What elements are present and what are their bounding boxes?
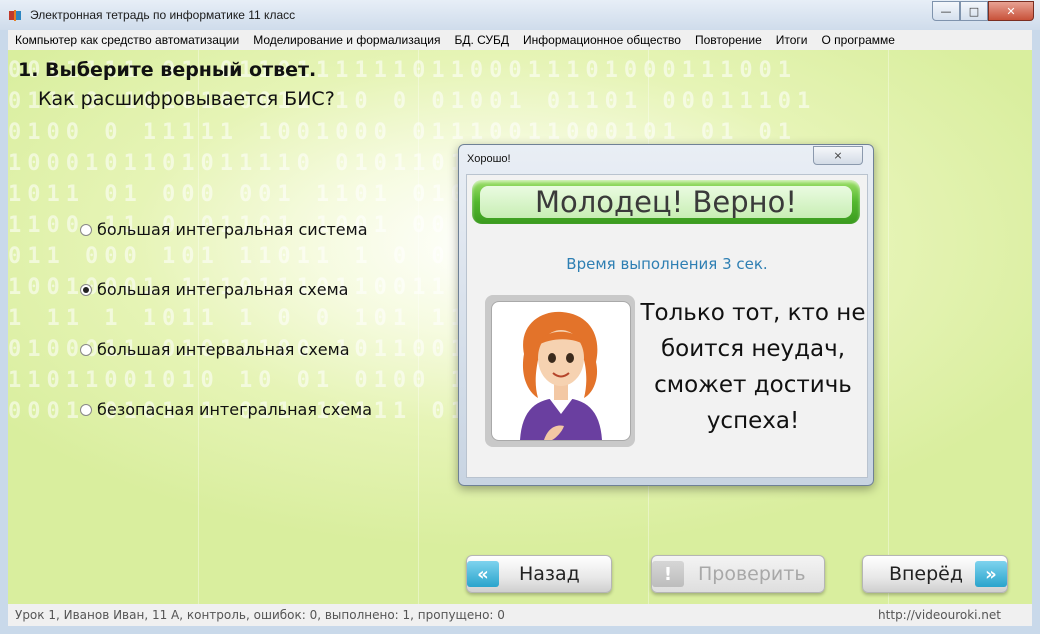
website-link[interactable]: http://videouroki.net — [878, 608, 1001, 622]
question-title: 1. Выберите верный ответ. — [18, 59, 317, 81]
app-window: Электронная тетрадь по информатике 11 кл… — [0, 0, 1040, 634]
answer-option[interactable]: большая интегральная система — [80, 220, 368, 239]
question-text: Как расшифровывается БИС? — [38, 88, 335, 110]
answer-option-label: большая интегральная схема — [97, 280, 349, 299]
chevron-right-double-icon: » — [975, 561, 1007, 587]
result-dialog: Хорошо! ⨯ Молодец! Верно! Время выполнен… — [458, 144, 874, 486]
quote-line: боится неудач, — [660, 336, 846, 362]
background-gridline — [888, 50, 889, 604]
answer-option[interactable]: безопасная интегральная схема — [80, 400, 372, 419]
background-gridline — [198, 50, 199, 604]
answer-option-label: большая интервальная схема — [97, 340, 350, 359]
close-button[interactable]: ✕ — [988, 1, 1034, 21]
status-bar: Урок 1, Иванов Иван, 11 А, контроль, оши… — [8, 604, 1032, 626]
menu-item-review[interactable]: Повторение — [688, 33, 769, 47]
success-banner: Молодец! Верно! — [472, 180, 860, 224]
check-button-label: Проверить — [698, 563, 806, 585]
menu-item-results[interactable]: Итоги — [769, 33, 815, 47]
answer-option[interactable]: большая интегральная схема — [80, 280, 348, 299]
window-title: Электронная тетрадь по информатике 11 кл… — [30, 8, 296, 22]
dialog-body: Молодец! Верно! Время выполнения 3 сек. — [466, 174, 868, 478]
close-icon: ⨯ — [833, 149, 843, 162]
binary-digit-row: 0100 0 11111 1001000 01110011000101 01 0… — [8, 120, 798, 145]
radio-button[interactable] — [80, 403, 92, 416]
maximize-icon: □ — [968, 4, 980, 18]
character-image — [491, 301, 631, 441]
maximize-button[interactable]: □ — [960, 1, 988, 21]
app-icon — [9, 10, 21, 21]
back-button-label: Назад — [519, 563, 580, 585]
success-message: Молодец! Верно! — [480, 185, 852, 219]
character-frame — [485, 295, 635, 447]
answer-option-label: большая интегральная система — [97, 220, 368, 239]
quote-line: успеха! — [706, 408, 800, 434]
answer-option[interactable]: большая интервальная схема — [80, 340, 350, 359]
close-icon: ✕ — [1006, 4, 1016, 18]
answer-option-label: безопасная интегральная схема — [97, 400, 373, 419]
quote-line: Только тот, кто не — [640, 300, 866, 326]
menu-item-about[interactable]: О программе — [815, 33, 902, 47]
girl-illustration — [520, 311, 602, 440]
menu-item-automation[interactable]: Компьютер как средство автоматизации — [8, 33, 246, 47]
title-bar[interactable]: Электронная тетрадь по информатике 11 кл… — [0, 0, 1040, 30]
chevron-left-double-icon: « — [467, 561, 499, 587]
window-controls: — □ ✕ — [932, 1, 1034, 21]
dialog-close-button[interactable]: ⨯ — [813, 146, 863, 165]
menu-item-databases[interactable]: БД. СУБД — [447, 33, 516, 47]
radio-button-selected[interactable] — [80, 283, 92, 296]
status-text: Урок 1, Иванов Иван, 11 А, контроль, оши… — [15, 608, 505, 622]
back-button[interactable]: « Назад — [466, 555, 612, 593]
forward-button-label: Вперёд — [888, 563, 963, 585]
minimize-icon: — — [940, 4, 952, 18]
minimize-button[interactable]: — — [932, 1, 960, 21]
radio-button[interactable] — [80, 223, 92, 236]
dialog-title: Хорошо! — [467, 153, 511, 165]
menu-item-information-society[interactable]: Информационное общество — [516, 33, 688, 47]
quote-line: сможет достичь — [654, 372, 852, 398]
forward-button[interactable]: Вперёд » — [862, 555, 1008, 593]
completion-time: Время выполнения 3 сек. — [566, 255, 768, 273]
motivational-quote: Только тот, кто не боится неудач, сможет… — [639, 295, 867, 439]
background-gridline — [418, 50, 419, 604]
menu-item-modeling[interactable]: Моделирование и формализация — [246, 33, 447, 47]
radio-button[interactable] — [80, 343, 92, 356]
exclamation-icon: ! — [652, 561, 684, 587]
check-button[interactable]: ! Проверить — [651, 555, 825, 593]
menu-bar: Компьютер как средство автоматизации Мод… — [8, 30, 1032, 50]
